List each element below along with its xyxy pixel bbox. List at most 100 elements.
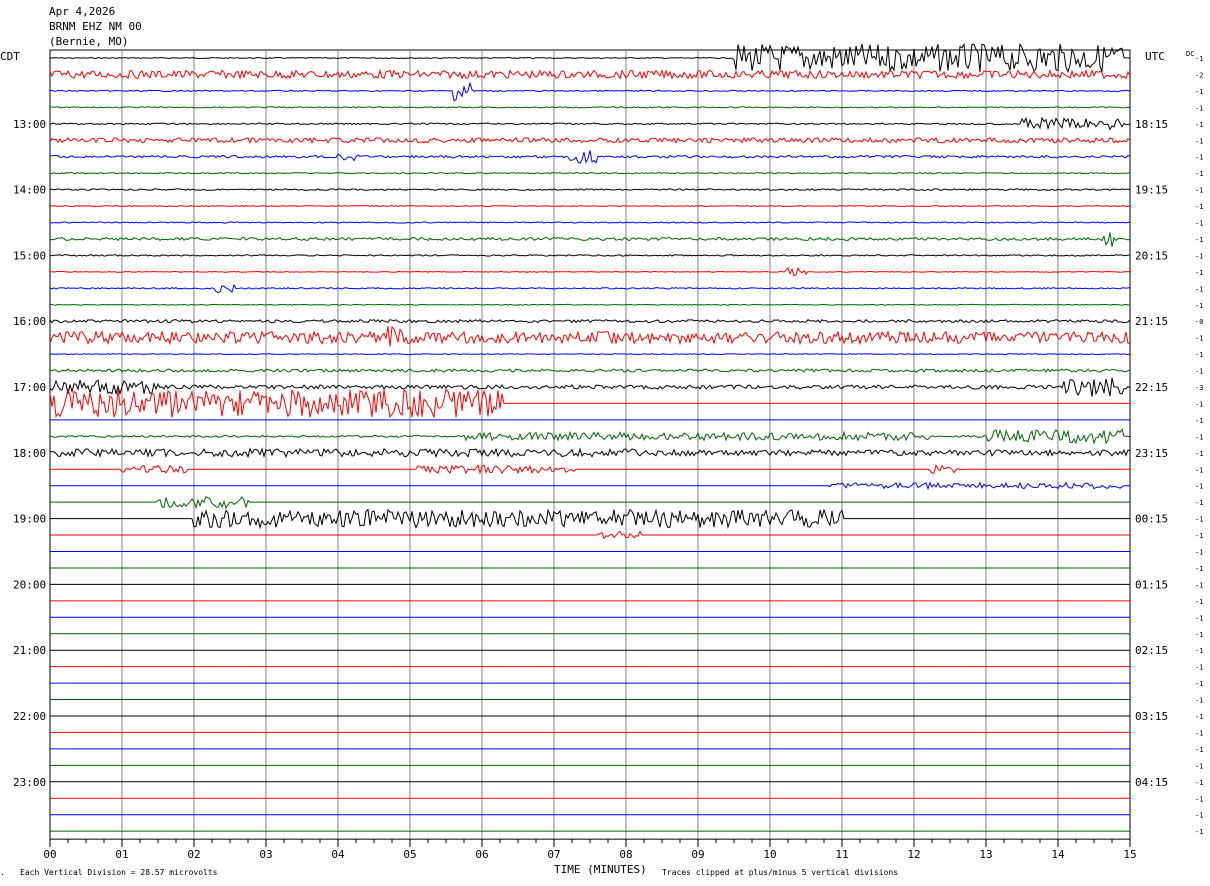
dc-offset-label: -1 xyxy=(1195,762,1203,770)
dc-offset-label: -1 xyxy=(1195,680,1203,688)
seismic-trace xyxy=(49,428,1131,445)
seismic-trace xyxy=(49,42,1131,73)
seismic-trace xyxy=(49,325,1131,347)
seismic-trace xyxy=(49,353,1131,356)
dc-offset-label: -1 xyxy=(1195,187,1203,195)
x-tick-label: 07 xyxy=(547,848,560,861)
x-tick-label: 09 xyxy=(691,848,704,861)
dc-offset-label: -1 xyxy=(1195,713,1203,721)
x-tick-label: 03 xyxy=(259,848,272,861)
dc-offset-label: -1 xyxy=(1195,516,1203,524)
hour-label-utc: 01:15 xyxy=(1135,578,1168,591)
x-tick-label: 01 xyxy=(115,848,128,861)
seismic-trace xyxy=(49,106,1131,109)
dc-offset-label: -1 xyxy=(1195,170,1203,178)
hour-label-utc: 20:15 xyxy=(1135,249,1168,262)
hour-label-local: 19:00 xyxy=(13,513,46,526)
hour-label-local: 21:00 xyxy=(13,644,46,657)
dc-offset-label: -1 xyxy=(1195,466,1203,474)
seismic-trace xyxy=(49,205,1131,208)
seismic-trace xyxy=(49,368,1131,373)
x-tick-label: 02 xyxy=(187,848,200,861)
hour-label-local: 14:00 xyxy=(13,184,46,197)
dc-offset-label: -1 xyxy=(1195,302,1203,310)
hour-label-utc: 19:15 xyxy=(1135,184,1168,197)
x-tick-label: 13 xyxy=(979,848,992,861)
seismic-trace xyxy=(49,232,1131,247)
hour-label-local: 15:00 xyxy=(13,249,46,262)
dc-offset-label: -1 xyxy=(1195,252,1203,260)
hour-label-utc: 04:15 xyxy=(1135,776,1168,789)
x-tick-label: 12 xyxy=(907,848,920,861)
seismic-trace xyxy=(49,150,1131,164)
dc-offset-label: -1 xyxy=(1195,697,1203,705)
dc-offset-label: -1 xyxy=(1195,746,1203,754)
seismic-trace xyxy=(49,221,1131,224)
seismic-trace xyxy=(50,508,1130,530)
seismic-trace xyxy=(50,463,1130,475)
seismic-trace xyxy=(49,254,1131,257)
dc-offset-label: -1 xyxy=(1195,581,1203,589)
dc-offset-label: -1 xyxy=(1195,154,1203,162)
seismic-trace xyxy=(49,172,1131,175)
dc-offset-label: -1 xyxy=(1195,729,1203,737)
dc-offset-label: -1 xyxy=(1195,499,1203,507)
seismic-trace xyxy=(49,303,1131,306)
hour-label-utc: 22:15 xyxy=(1135,381,1168,394)
hour-label-local: 16:00 xyxy=(13,315,46,328)
dc-offset-label: -1 xyxy=(1195,614,1203,622)
hour-label-local: 13:00 xyxy=(13,118,46,131)
dc-offset-label: -1 xyxy=(1195,483,1203,491)
hour-label-utc: 03:15 xyxy=(1135,710,1168,723)
hour-label-local: 23:00 xyxy=(13,776,46,789)
dc-offset-label: -1 xyxy=(1195,104,1203,112)
hour-label-utc: 00:15 xyxy=(1135,513,1168,526)
seismic-trace xyxy=(49,81,1131,102)
seismic-trace xyxy=(49,388,1130,419)
dc-offset-label: -1 xyxy=(1195,549,1203,557)
dc-offset-label: -1 xyxy=(1195,88,1203,96)
hour-label-utc: 21:15 xyxy=(1135,315,1168,328)
x-tick-label: 04 xyxy=(331,848,345,861)
seismic-trace xyxy=(49,136,1131,144)
seismic-trace xyxy=(49,318,1131,324)
hour-label-utc: 23:15 xyxy=(1135,447,1168,460)
seismic-trace xyxy=(50,496,1130,510)
x-tick-label: 08 xyxy=(619,848,632,861)
dc-offset-label: -1 xyxy=(1195,598,1203,606)
dc-offset-label: -1 xyxy=(1195,433,1203,441)
dc-offset-label: -3 xyxy=(1195,384,1203,392)
vertical-scale-note: Each Vertical Division = 28.57 microvolt… xyxy=(20,868,218,877)
dc-offset-label: -1 xyxy=(1195,285,1203,293)
dc-offset-label: -1 xyxy=(1195,812,1203,820)
dc-offset-label: -1 xyxy=(1195,368,1203,376)
clip-note: Traces clipped at plus/minus 5 vertical … xyxy=(662,868,899,877)
x-tick-label: 06 xyxy=(475,848,488,861)
x-tick-label: 00 xyxy=(43,848,56,861)
hour-label-local: 18:00 xyxy=(13,447,46,460)
dc-offset-label: -1 xyxy=(1195,828,1203,836)
seismic-trace xyxy=(49,283,1131,294)
dc-offset-label: -1 xyxy=(1195,351,1203,359)
dc-offset-label: -1 xyxy=(1195,137,1203,145)
dc-offset-label: -1 xyxy=(1195,664,1203,672)
seismic-trace xyxy=(49,116,1131,131)
dc-offset-label: -1 xyxy=(1195,565,1203,573)
hour-label-local: 20:00 xyxy=(13,578,46,591)
seismic-trace xyxy=(49,266,1131,277)
seismic-trace xyxy=(49,447,1131,459)
dc-offset-label: -0 xyxy=(1195,318,1203,326)
hour-label-local: 22:00 xyxy=(13,710,46,723)
dc-offset-label: -1 xyxy=(1195,400,1203,408)
corner-mark: . xyxy=(0,868,5,877)
seismogram-plot: 00 01 02 03 04 05 06 07 08 09 10 11 12 13 14 15 13:00 14:… xyxy=(13,42,1203,861)
x-tick-label: 05 xyxy=(403,848,416,861)
dc-offset-label: -1 xyxy=(1195,55,1203,63)
seismic-trace xyxy=(50,530,1130,540)
seismic-trace xyxy=(49,68,1131,80)
hour-label-utc: 18:15 xyxy=(1135,118,1168,131)
hour-label-local: 17:00 xyxy=(13,381,46,394)
x-tick-label: 10 xyxy=(763,848,776,861)
dc-offset-label: -1 xyxy=(1195,532,1203,540)
dc-offset-label: -1 xyxy=(1195,220,1203,228)
